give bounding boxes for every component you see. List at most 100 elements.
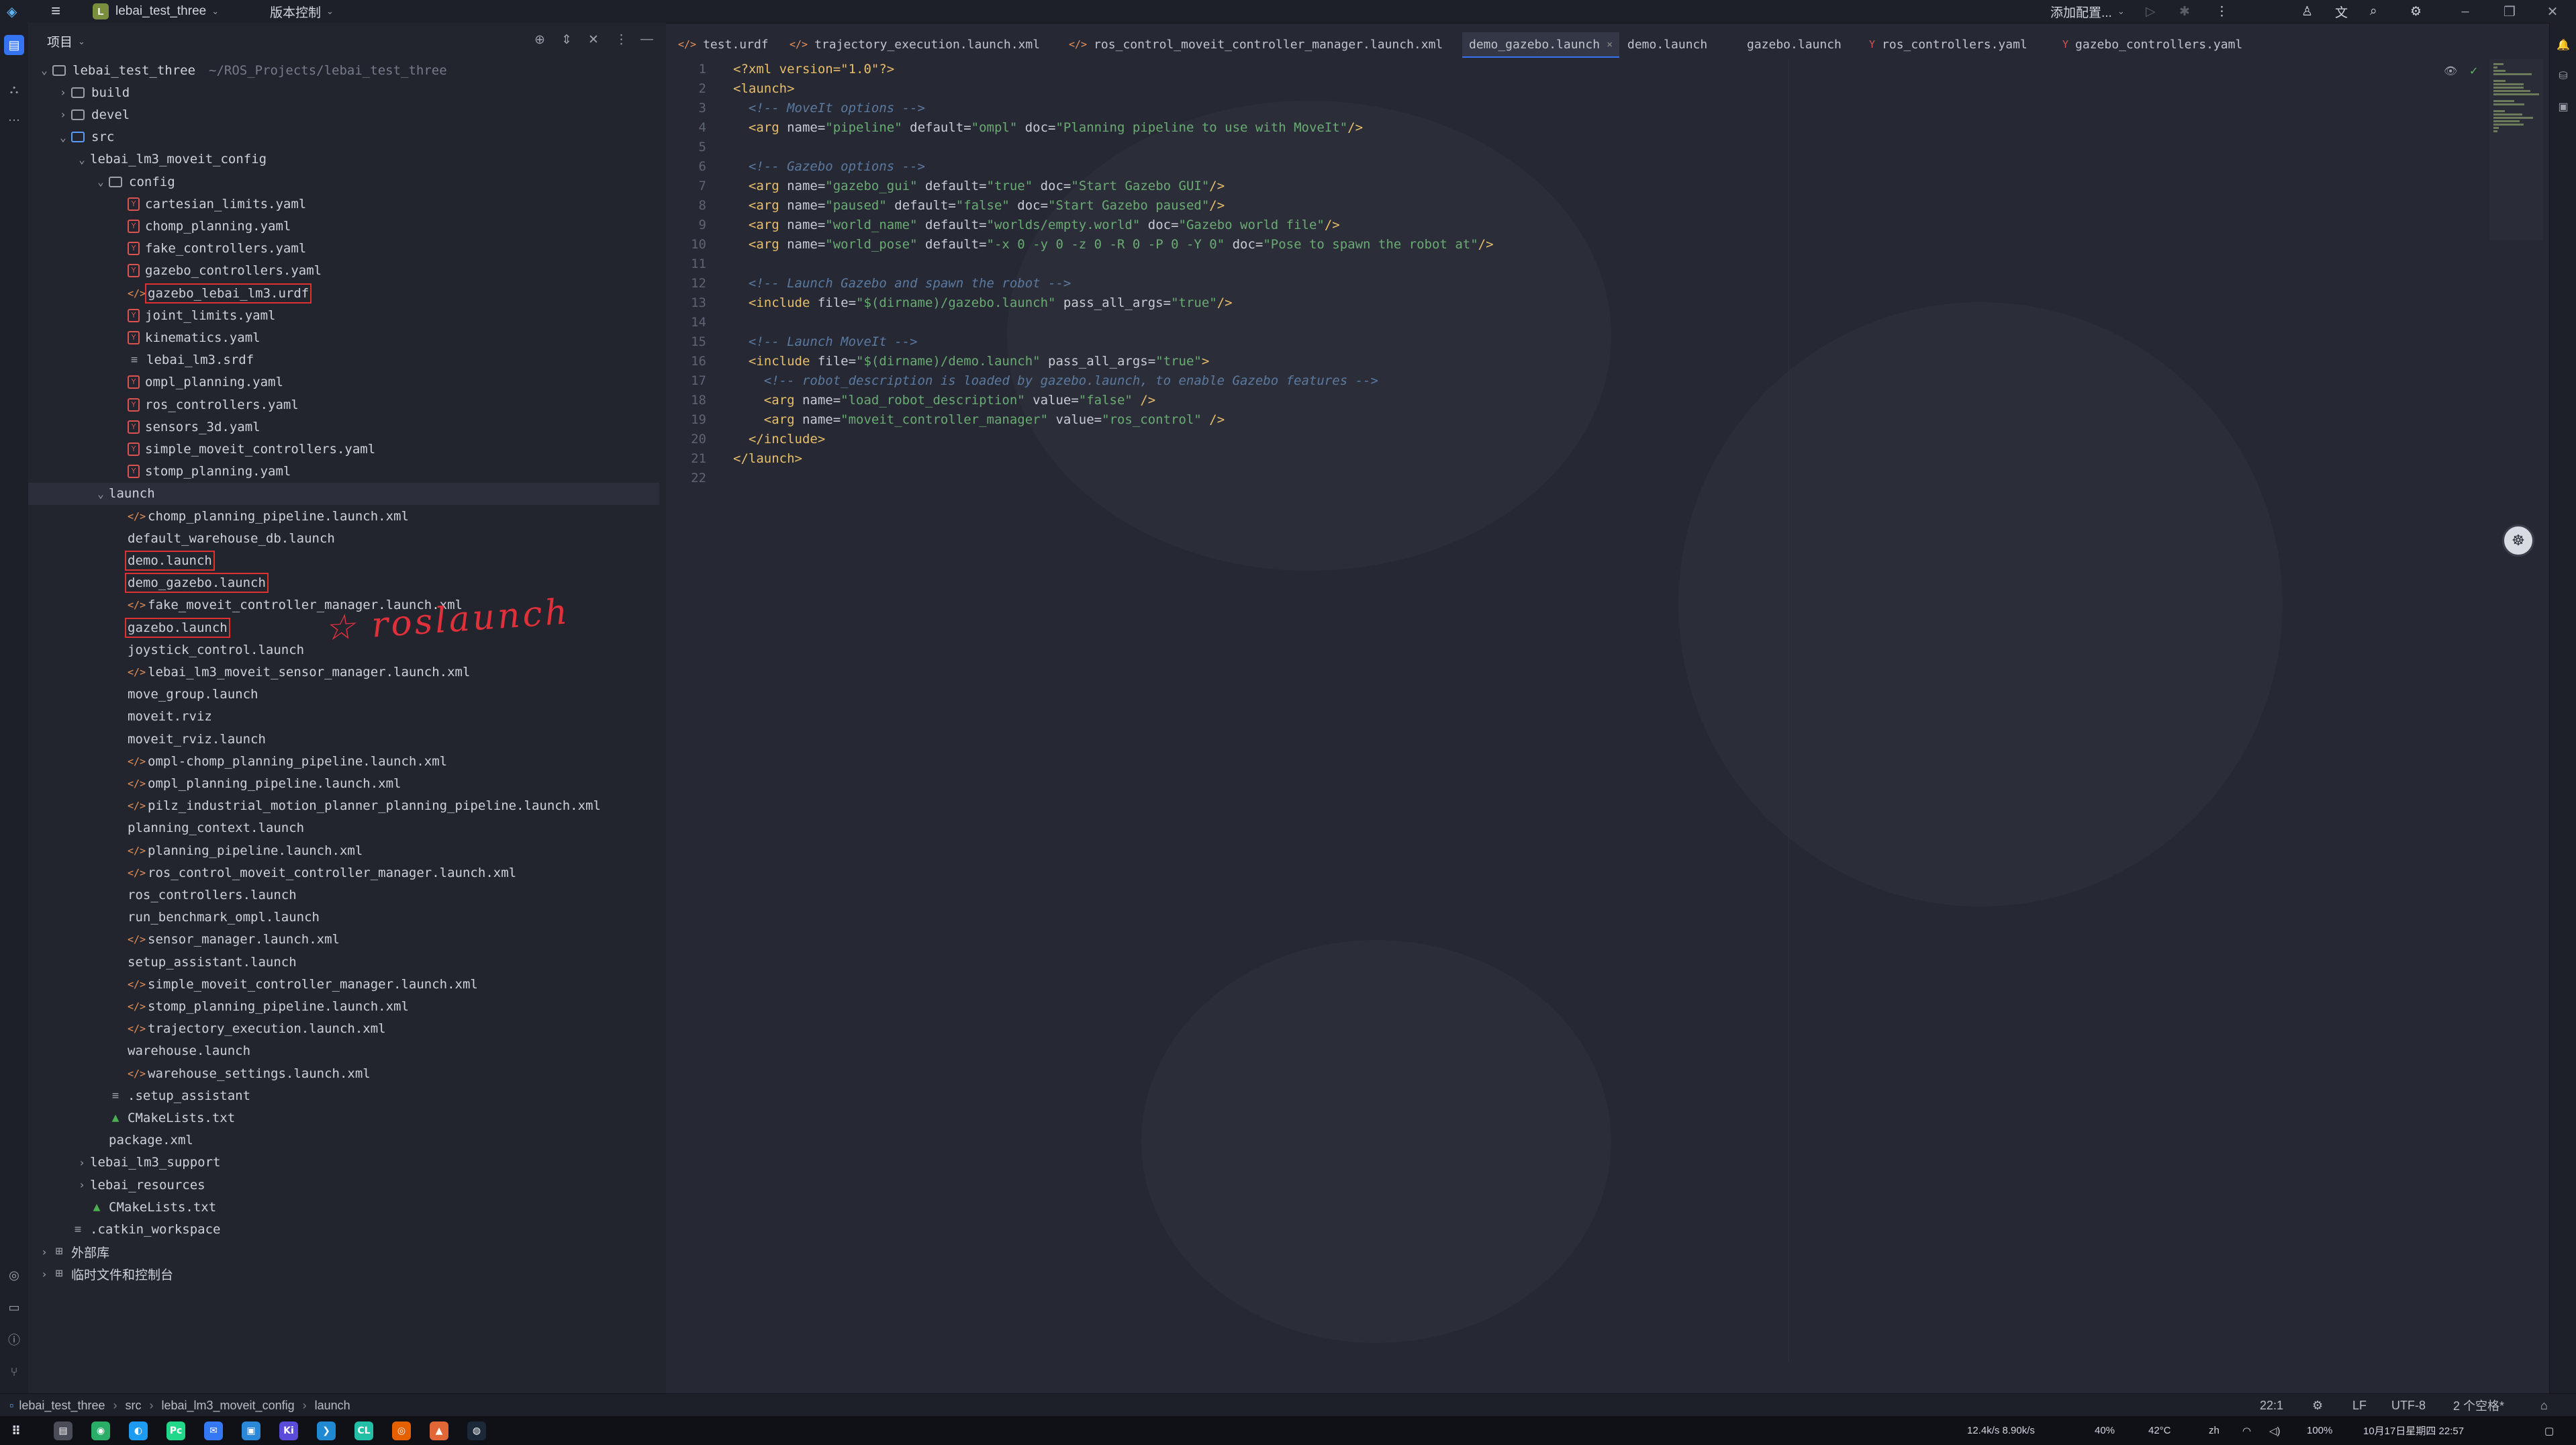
breadcrumb-item[interactable]: launch — [315, 1399, 350, 1413]
tree-file[interactable]: Yros_controllers.yaml — [28, 393, 659, 416]
tree-file[interactable]: ≡ .setup_assistant — [28, 1084, 659, 1107]
more-tools-icon[interactable]: ⋯ — [4, 110, 24, 130]
tree-file[interactable]: </> lebai_lm3_moveit_sensor_manager.launc… — [28, 661, 659, 683]
tree-file[interactable]: </> pilz_industrial_motion_planner_planni… — [28, 795, 659, 817]
matlab-app-icon[interactable]: ▲ — [430, 1421, 448, 1440]
code-line[interactable]: 3 <!-- MoveIt options --> — [666, 98, 925, 118]
chevron-down-icon[interactable]: ⌄ — [93, 487, 109, 500]
tree-file[interactable]: </> ompl_planning_pipeline.launch.xml — [28, 772, 659, 794]
collapse-all-icon[interactable]: ✕ — [588, 32, 599, 48]
structure-tool-icon[interactable]: ⛬ — [4, 79, 24, 99]
inspection-profile-icon[interactable]: ⚙ — [2312, 1394, 2323, 1417]
volume-icon[interactable]: ◁) — [2269, 1416, 2281, 1445]
tree-file[interactable]: default_warehouse_db.launch — [28, 527, 659, 549]
assistant-float-icon[interactable]: ☸ — [2502, 524, 2534, 557]
files-app-icon[interactable]: ▤ — [54, 1421, 73, 1440]
editor-tab[interactable]: </> test.urdf — [678, 32, 769, 56]
services-tool-icon[interactable]: ◎ — [4, 1265, 24, 1285]
breadcrumb-item[interactable]: lebai_test_three — [19, 1399, 105, 1413]
code-line[interactable]: 12 <!-- Launch Gazebo and spawn the robo… — [666, 273, 1071, 293]
tree-folder[interactable]: › ⊞ 外部库 — [28, 1241, 659, 1263]
ki-app-icon[interactable]: Ki — [279, 1421, 298, 1440]
code-line[interactable]: 18 <arg name= "load_robot_description" va… — [666, 390, 1155, 410]
vscode-app-icon[interactable]: ❯ — [317, 1421, 336, 1440]
tree-file[interactable]: Ystomp_planning.yaml — [28, 461, 659, 483]
tree-folder[interactable]: ⌄ src — [28, 126, 659, 148]
code-line[interactable]: 9 <arg name= "world_name" default= "worlds… — [666, 215, 1340, 234]
wifi-icon[interactable]: ◠ — [2242, 1416, 2251, 1445]
tree-file[interactable]: planning_context.launch — [28, 817, 659, 839]
git-tool-icon[interactable]: ⑂ — [4, 1362, 24, 1382]
tree-file[interactable]: ≡ .catkin_workspace — [28, 1218, 659, 1240]
code-line[interactable]: 15 <!-- Launch MoveIt --> — [666, 332, 917, 351]
chevron-right-icon[interactable]: › — [55, 86, 71, 99]
tree-file[interactable]: moveit.rviz — [28, 706, 659, 728]
chevron-right-icon[interactable]: › — [36, 1268, 52, 1280]
close-icon[interactable]: ✕ — [2532, 0, 2573, 23]
minimap[interactable] — [2489, 59, 2543, 240]
caret-position[interactable]: 22:1 — [2260, 1394, 2283, 1417]
tree-file[interactable]: Ygazebo_controllers.yaml — [28, 260, 659, 282]
tree-file[interactable]: Ysimple_moveit_controllers.yaml — [28, 438, 659, 460]
tree-folder[interactable]: ⌄ launch — [28, 482, 659, 505]
mail-app-icon[interactable]: ✉ — [204, 1421, 223, 1440]
tree-file[interactable]: move_group.launch — [28, 684, 659, 706]
indent-setting[interactable]: 2 个空格* — [2453, 1394, 2504, 1417]
code-line[interactable]: 19 <arg name= "moveit_controller_manager"… — [666, 410, 1225, 429]
tree-file[interactable]: </> chomp_planning_pipeline.launch.xml — [28, 505, 659, 527]
code-line[interactable]: 14 — [666, 312, 733, 332]
minimize-icon[interactable]: – — [2445, 0, 2485, 23]
chevron-down-icon[interactable]: ⌄ — [36, 64, 52, 77]
editor-tab[interactable]: gazebo.launch — [1747, 32, 1842, 56]
tree-file[interactable]: ros_controllers.launch — [28, 884, 659, 906]
code-line[interactable]: 4 <arg name= "pipeline" default= "ompl" do… — [666, 118, 1364, 137]
code-line[interactable]: 10 <arg name= "world_pose" default= "-x 0 … — [666, 234, 1493, 254]
wechat-app-icon[interactable]: ◉ — [91, 1421, 110, 1440]
tree-file[interactable]: moveit_rviz.launch — [28, 728, 659, 750]
tree-file[interactable]: </> stomp_planning_pipeline.launch.xml — [28, 995, 659, 1017]
ms-app-icon[interactable]: ▣ — [242, 1421, 260, 1440]
search-icon[interactable]: ⌕ — [2370, 0, 2377, 23]
tree-folder[interactable]: ⌄ lebai_lm3_moveit_config — [28, 148, 659, 171]
main-menu-icon[interactable]: ≡ — [51, 0, 60, 23]
pycharm-app-icon[interactable]: Pc — [166, 1421, 185, 1440]
code-line[interactable]: 2 <launch> — [666, 79, 795, 98]
project-panel-header[interactable]: 项目 ⌄ — [47, 32, 85, 50]
options-icon[interactable]: ⋮ — [615, 32, 628, 48]
code-line[interactable]: 7 <arg name= "gazebo_gui" default= "true" … — [666, 176, 1225, 195]
database-icon[interactable]: ⛁ — [2555, 67, 2572, 85]
editor-tab[interactable]: demo.launch — [1627, 32, 1707, 56]
code-line[interactable]: 16 <include file= "$(dirname)/demo.launch… — [666, 351, 1209, 371]
chevron-down-icon[interactable]: ⌄ — [55, 131, 71, 144]
clion-app-icon[interactable]: CL — [354, 1421, 373, 1440]
tree-file[interactable]: demo_gazebo.launch — [28, 572, 659, 594]
code-line[interactable]: 17 <!-- robot_description is loaded by g… — [666, 371, 1378, 390]
firefox-app-icon[interactable]: ◎ — [392, 1421, 411, 1440]
tree-file[interactable]: </> sensor_manager.launch.xml — [28, 929, 659, 951]
launcher-icon[interactable]: ⠿ — [7, 1421, 26, 1440]
tree-file[interactable]: ▲ CMakeLists.txt — [28, 1196, 659, 1218]
tree-file[interactable]: warehouse.launch — [28, 1040, 659, 1062]
terminal-tool-icon[interactable]: ▭ — [4, 1297, 24, 1317]
editor-tab[interactable]: </> ros_control_moveit_controller_manager… — [1069, 32, 1443, 56]
tree-folder[interactable]: › build — [28, 81, 659, 103]
code-line[interactable]: 5 — [666, 137, 733, 156]
locate-file-icon[interactable]: ⊕ — [534, 32, 545, 48]
code-line[interactable]: 13 <include file= "$(dirname)/gazebo.laun… — [666, 293, 1232, 312]
code-line[interactable]: 8 <arg name= "paused" default= "false" doc… — [666, 195, 1225, 215]
no-problems-icon[interactable]: ✓ — [2469, 64, 2478, 78]
tree-file[interactable]: </> ompl-chomp_planning_pipeline.launch.x… — [28, 750, 659, 772]
code-line[interactable]: 21 </launch> — [666, 449, 802, 468]
code-line[interactable]: 11 — [666, 254, 733, 273]
tree-file[interactable]: </> simple_moveit_controller_manager.laun… — [28, 973, 659, 995]
tree-file[interactable]: ▲ CMakeLists.txt — [28, 1107, 659, 1129]
battery-level[interactable]: 100% — [2307, 1416, 2332, 1445]
run-icon[interactable]: ▷ — [2146, 0, 2156, 23]
code-line[interactable]: 22 — [666, 468, 733, 487]
tree-file[interactable]: Yompl_planning.yaml — [28, 371, 659, 393]
code-editor[interactable]: 1 <?xml version="1.0"?> 2 <launch> 3 <!-- Mo… — [666, 59, 2479, 1362]
tree-file[interactable]: package.xml — [28, 1129, 659, 1152]
input-method[interactable]: zh — [2209, 1416, 2220, 1445]
clock[interactable]: 10月17日星期四 22:57 — [2363, 1416, 2464, 1445]
reader-mode-icon[interactable]: 👁 — [2444, 64, 2457, 78]
